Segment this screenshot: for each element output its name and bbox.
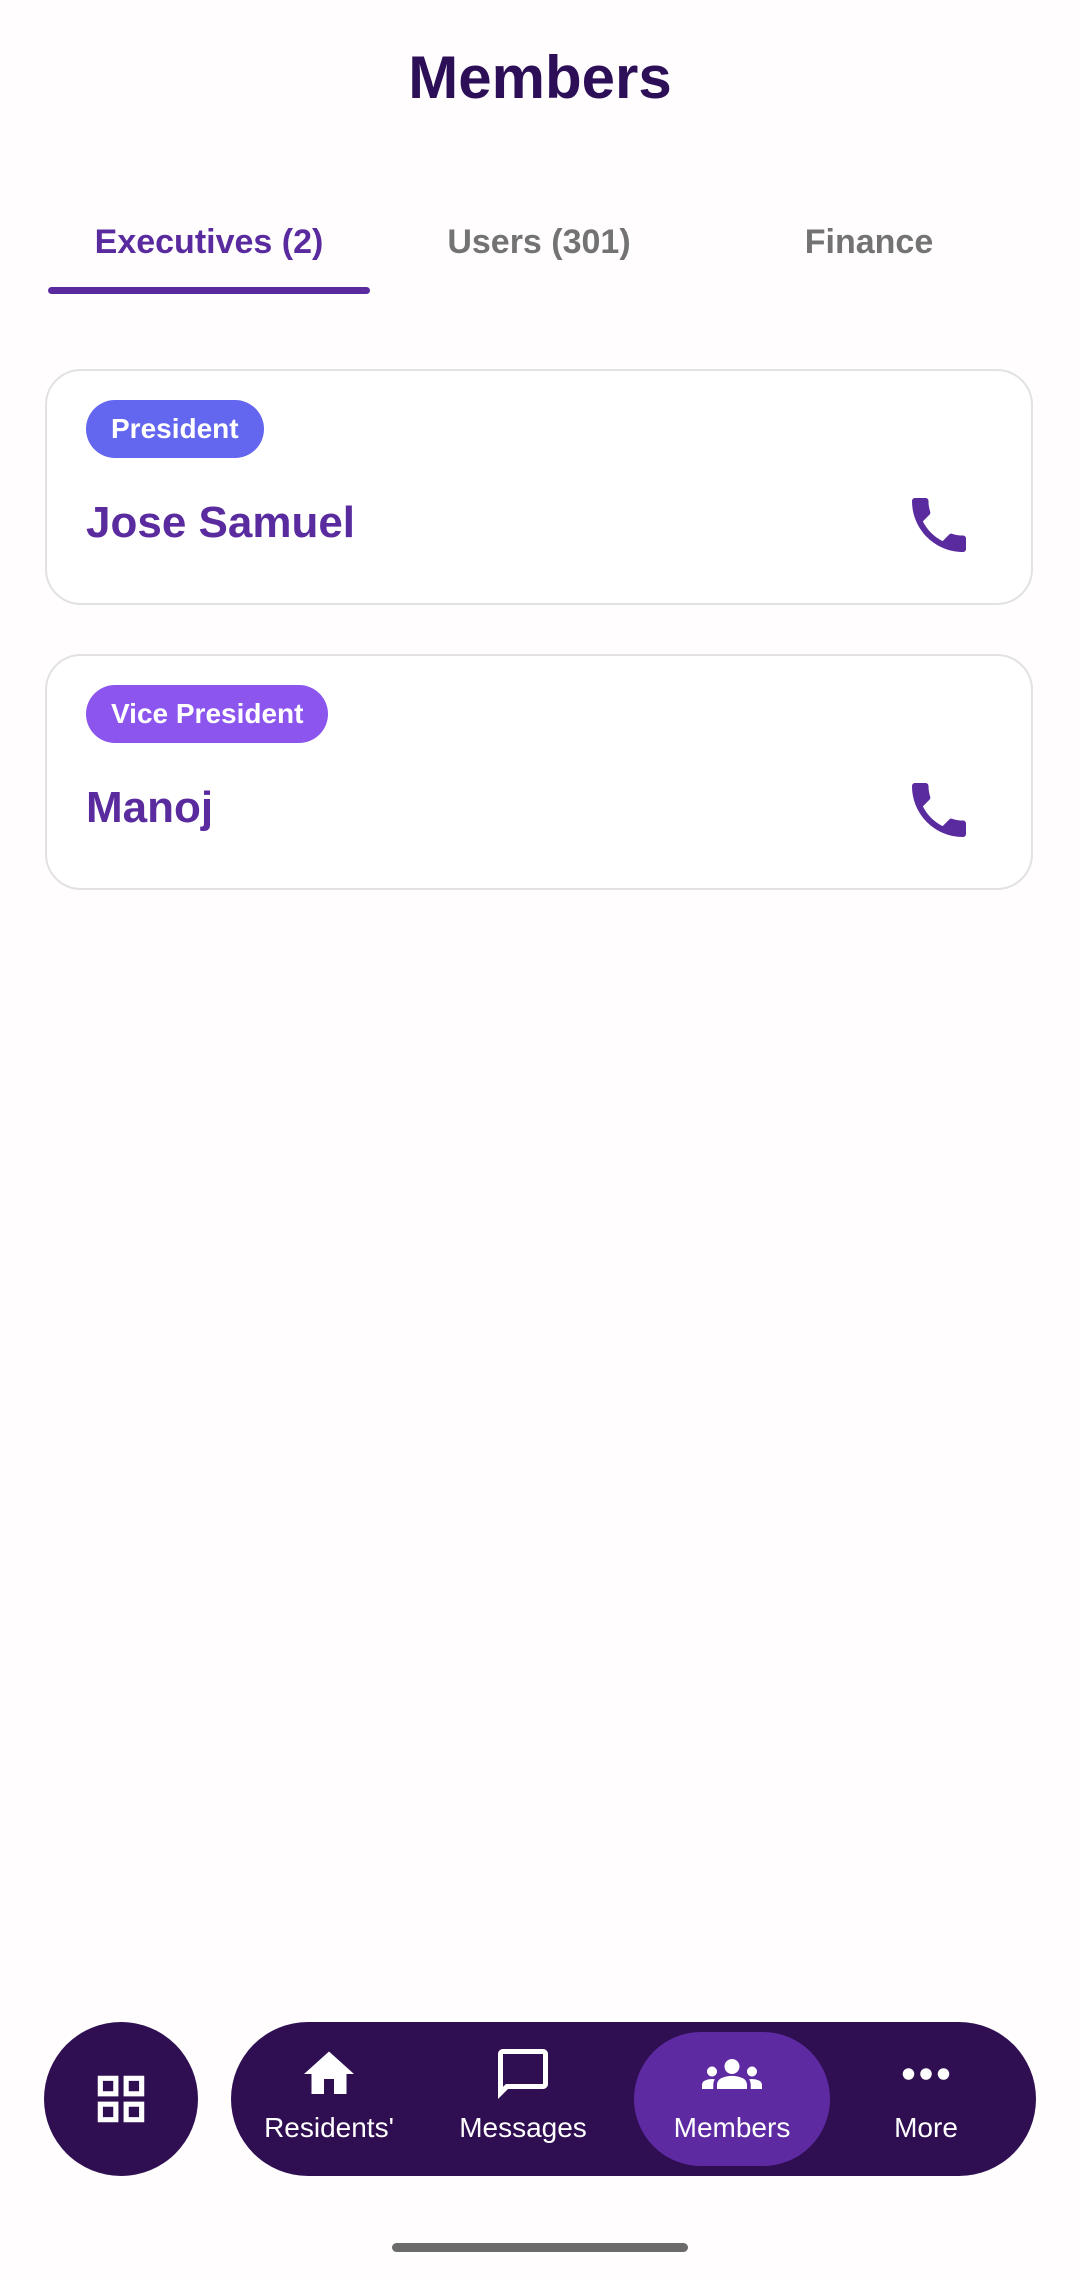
member-tabs: Executives (2) Users (301) Finance	[48, 208, 1038, 298]
home-indicator-bar[interactable]	[392, 2243, 688, 2252]
people-group-icon	[702, 2044, 762, 2104]
chat-bubble-icon	[493, 2044, 553, 2104]
nav-label: Residents'	[264, 2112, 394, 2143]
home-icon	[299, 2044, 359, 2104]
call-button[interactable]	[903, 774, 975, 846]
nav-item-messages[interactable]: Messages	[425, 2032, 621, 2166]
phone-icon	[912, 498, 966, 552]
tab-executives-label: Executives (2)	[94, 223, 324, 261]
role-badge: Vice President	[86, 685, 329, 743]
dashboard-fab-button[interactable]	[44, 2022, 198, 2176]
nav-label: Messages	[459, 2112, 587, 2143]
tab-executives[interactable]: Executives (2)	[48, 208, 370, 298]
active-tab-indicator	[48, 287, 370, 294]
executive-card-president[interactable]: President Jose Samuel	[45, 369, 1033, 605]
executive-card-vice-president[interactable]: Vice President Manoj	[45, 654, 1033, 890]
tab-finance[interactable]: Finance	[708, 208, 1030, 298]
phone-icon	[912, 783, 966, 837]
member-name: Jose Samuel	[86, 498, 356, 547]
nav-item-more[interactable]: More	[828, 2032, 1024, 2166]
page-title: Members	[408, 44, 672, 111]
nav-label: Members	[673, 2112, 791, 2143]
nav-label: More	[894, 2112, 958, 2143]
grid-icon	[97, 2075, 145, 2123]
tab-users[interactable]: Users (301)	[378, 208, 700, 298]
tab-finance-label: Finance	[804, 223, 934, 261]
more-dots-icon	[896, 2044, 956, 2104]
nav-item-members[interactable]: Members	[634, 2032, 830, 2166]
nav-item-residents[interactable]: Residents'	[231, 2032, 427, 2166]
bottom-navigation-bar: Residents' Messages Members More	[231, 2022, 1036, 2176]
member-name: Manoj	[86, 783, 214, 832]
role-badge: President	[86, 400, 264, 458]
tab-users-label: Users (301)	[447, 223, 631, 261]
call-button[interactable]	[903, 489, 975, 561]
